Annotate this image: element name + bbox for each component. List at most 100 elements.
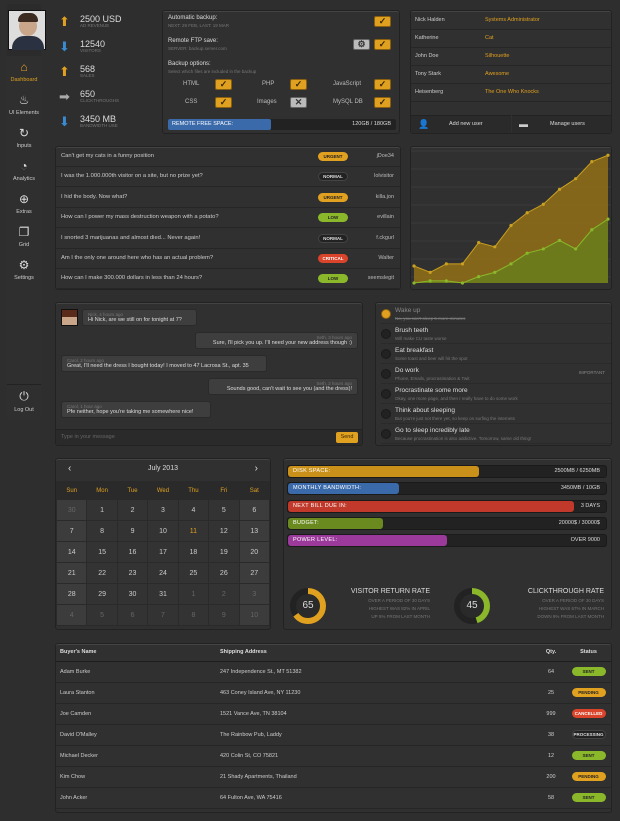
user-row[interactable]: Tony Stark Awesome [411,65,611,83]
ftp-settings-button[interactable]: ⚙ [353,39,370,50]
ftp-checkbox[interactable]: ✓ [374,39,391,50]
chat-input[interactable]: Type in your message Send [56,429,362,445]
ticket-row[interactable]: How can I power my mass destruction weap… [56,208,400,229]
task-item[interactable]: Do work Phone, Emails, procrastination & … [381,365,611,384]
mysql-checkbox[interactable]: ✓ [374,97,391,108]
sidebar-item-dashboard[interactable]: ⌂ Dashboard [7,56,41,89]
calendar-day[interactable]: 3 [238,583,271,605]
calendar-day[interactable]: 5 [86,604,118,626]
sidebar-item-inputs[interactable]: ↻ Inputs [7,122,41,155]
task-item[interactable]: Brush teeth Will make CU taste worse [381,325,611,344]
column-header[interactable]: Status [566,644,611,662]
calendar-day[interactable]: 23 [116,562,149,584]
calendar-day[interactable]: 6 [238,499,271,521]
calendar-day[interactable]: 27 [238,562,271,584]
task-checkbox[interactable] [381,389,391,399]
table-row[interactable]: John Acker 64 Fulton Ave, WA 75416 58 SENT [56,787,611,809]
calendar-day[interactable]: 31 [147,583,179,605]
calendar-day[interactable]: 26 [208,562,240,584]
next-month-icon[interactable]: › [255,463,258,474]
task-checkbox[interactable] [381,329,391,339]
auto-backup-checkbox[interactable]: ✓ [374,16,391,27]
calendar-day[interactable]: 14 [55,541,88,563]
calendar-day[interactable]: 22 [86,562,118,584]
calendar-day[interactable]: 4 [55,604,88,626]
task-item[interactable]: Wake up No, you can't sleep 5 more minute… [381,305,611,324]
sidebar-item-ui-elements[interactable]: ♨ UI Elements [7,89,41,122]
task-item[interactable]: Go to sleep incredibly late Because procr… [381,425,611,444]
calendar-day[interactable]: 8 [177,604,210,626]
table-row[interactable]: Michael Decker 420 Colin St, CO 75821 12 SE… [56,745,611,767]
calendar-day[interactable]: 28 [55,583,88,605]
calendar-day[interactable]: 19 [208,541,240,563]
css-checkbox[interactable]: ✓ [215,97,232,108]
sidebar-item-settings[interactable]: ⚙ Settings [7,254,41,287]
table-row[interactable]: David O'Malley The Rainbow Pub, Laddy 38 PR… [56,724,611,746]
javascript-checkbox[interactable]: ✓ [374,79,391,90]
column-header[interactable]: Qty. [536,644,566,662]
calendar-day[interactable]: 2 [208,583,240,605]
calendar-day[interactable]: 6 [116,604,149,626]
calendar-day[interactable]: 18 [177,541,210,563]
calendar-day[interactable]: 1 [177,583,210,605]
task-checkbox[interactable] [381,309,391,319]
user-row[interactable]: John Doe Silhouette [411,47,611,65]
calendar-day[interactable]: 29 [86,583,118,605]
task-checkbox[interactable] [381,369,391,379]
calendar-day[interactable]: 1 [86,499,118,521]
ticket-row[interactable]: Can't get my cats in a funny position URG… [56,147,400,167]
sidebar-item-extras[interactable]: ⊕ Extras [7,188,41,221]
task-item[interactable]: Eat breakfast Some toast and beer will hi… [381,345,611,364]
calendar-day[interactable]: 30 [55,499,88,521]
calendar-day[interactable]: 20 [238,541,271,563]
calendar-day[interactable]: 10 [147,520,179,542]
sidebar-item-grid[interactable]: ❐ Grid [7,221,41,254]
calendar-day[interactable]: 15 [86,541,118,563]
table-row[interactable]: Joe Camden 1521 Vance Ave, TN 38104 999 CAN… [56,703,611,725]
logout-button[interactable]: ⏻ Log Out [7,384,41,417]
sidebar-item-analytics[interactable]: ◔ Analytics [7,155,41,188]
ticket-row[interactable]: I hid the body. Now what? URGENT killa.jon [56,188,400,208]
calendar-day[interactable]: 3 [147,499,179,521]
table-row[interactable]: Adam Burke 247 Independence St., MT 51382… [56,661,611,683]
avatar[interactable] [8,10,46,50]
html-checkbox[interactable]: ✓ [215,79,232,90]
task-checkbox[interactable] [381,429,391,439]
calendar-day[interactable]: 30 [116,583,149,605]
send-button[interactable]: Send [336,432,358,443]
calendar-day[interactable]: 16 [116,541,149,563]
calendar-day[interactable]: 13 [238,520,271,542]
task-checkbox[interactable] [381,349,391,359]
images-checkbox[interactable]: ✕ [290,97,307,108]
column-header[interactable]: Shipping Address [216,644,536,662]
user-row[interactable]: Heisenberg The One Who Knocks [411,83,611,101]
calendar-day[interactable]: 24 [147,562,179,584]
table-row[interactable]: Laura Stanton 463 Coney Island Ave, NY 11… [56,682,611,704]
calendar-day[interactable]: 2 [116,499,149,521]
user-row[interactable]: Nick Halden Systems Administrator [411,11,611,29]
column-header[interactable]: Buyer's Name [56,644,216,662]
task-checkbox[interactable] [381,409,391,419]
ticket-row[interactable]: I was the 1.000.000th visitor on a site,… [56,167,400,188]
php-checkbox[interactable]: ✓ [290,79,307,90]
calendar-day[interactable]: 11 [177,520,210,542]
task-item[interactable]: Procrastinate some more Okay, one more pa… [381,385,611,404]
add-user-button[interactable]: 👤 Add new user [411,115,511,133]
task-item[interactable]: Think about sleeping But you're just not … [381,405,611,424]
calendar-day[interactable]: 8 [86,520,118,542]
manage-users-button[interactable]: ▬ Manage users [512,115,611,133]
calendar-day[interactable]: 17 [147,541,179,563]
user-row[interactable]: Katherine Cat [411,29,611,47]
ticket-row[interactable]: Am I the only one around here who has an… [56,249,400,269]
calendar-day[interactable]: 10 [238,604,271,626]
calendar-day[interactable]: 12 [208,520,240,542]
calendar-day[interactable]: 9 [116,520,149,542]
calendar-day[interactable]: 5 [208,499,240,521]
table-row[interactable]: Kim Chow 21 Shady Apartments, Thailand 200… [56,766,611,788]
calendar-day[interactable]: 7 [55,520,88,542]
calendar-day[interactable]: 7 [147,604,179,626]
ticket-row[interactable]: I snorted 3 marijuanas and almost died..… [56,229,400,249]
ticket-row[interactable]: How can I make 300.000 dollars in less t… [56,269,400,290]
calendar-day[interactable]: 4 [177,499,210,521]
calendar-day[interactable]: 21 [55,562,88,584]
